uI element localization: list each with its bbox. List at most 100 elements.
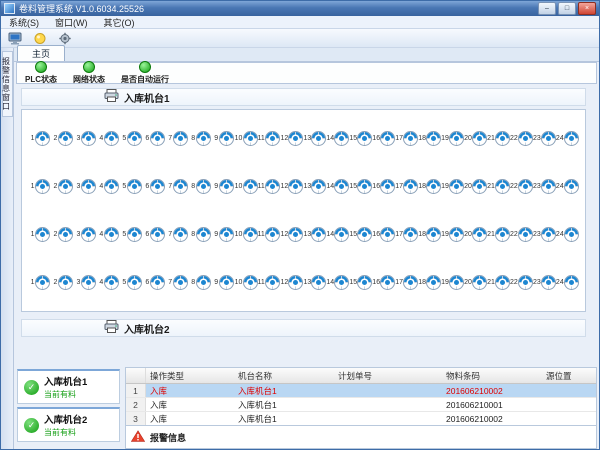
station[interactable]: 5 <box>120 179 143 194</box>
tab-home[interactable]: 主页 <box>17 45 65 61</box>
station[interactable]: 15 <box>349 179 372 194</box>
minimize-button[interactable]: – <box>538 2 556 15</box>
station[interactable]: 11 <box>258 131 281 146</box>
station[interactable]: 2 <box>51 179 74 194</box>
column-header[interactable]: 源位置 <box>542 368 596 383</box>
machine-status-card[interactable]: ✓入库机台2当前有料 <box>17 407 120 442</box>
station[interactable]: 1 <box>28 131 51 146</box>
station[interactable]: 22 <box>510 179 533 194</box>
station[interactable]: 3 <box>74 275 97 290</box>
station[interactable]: 12 <box>280 131 303 146</box>
station[interactable]: 15 <box>349 227 372 242</box>
station[interactable]: 24 <box>556 131 579 146</box>
station[interactable]: 9 <box>212 275 235 290</box>
station[interactable]: 21 <box>487 131 510 146</box>
station[interactable]: 14 <box>326 227 349 242</box>
station[interactable]: 4 <box>97 227 120 242</box>
station[interactable]: 8 <box>189 227 212 242</box>
station[interactable]: 6 <box>143 131 166 146</box>
station[interactable]: 21 <box>487 179 510 194</box>
station[interactable]: 18 <box>418 275 441 290</box>
station[interactable]: 4 <box>97 131 120 146</box>
station[interactable]: 24 <box>556 227 579 242</box>
station[interactable]: 18 <box>418 179 441 194</box>
station[interactable]: 3 <box>74 227 97 242</box>
station[interactable]: 8 <box>189 275 212 290</box>
station[interactable]: 16 <box>372 131 395 146</box>
station[interactable]: 13 <box>303 131 326 146</box>
station[interactable]: 23 <box>533 227 556 242</box>
station[interactable]: 16 <box>372 275 395 290</box>
column-header[interactable]: 物料条码 <box>442 368 542 383</box>
station[interactable]: 5 <box>120 275 143 290</box>
station[interactable]: 12 <box>280 179 303 194</box>
station[interactable]: 15 <box>349 275 372 290</box>
station[interactable]: 17 <box>395 275 418 290</box>
station[interactable]: 4 <box>97 275 120 290</box>
station[interactable]: 2 <box>51 131 74 146</box>
station[interactable]: 16 <box>372 227 395 242</box>
station[interactable]: 10 <box>235 131 258 146</box>
station[interactable]: 1 <box>28 179 51 194</box>
maximize-button[interactable]: □ <box>558 2 576 15</box>
station[interactable]: 9 <box>212 131 235 146</box>
station[interactable]: 24 <box>556 275 579 290</box>
station[interactable]: 13 <box>303 227 326 242</box>
station[interactable]: 12 <box>280 227 303 242</box>
station[interactable]: 11 <box>258 275 281 290</box>
station[interactable]: 6 <box>143 275 166 290</box>
menu-item[interactable]: 系统(S) <box>1 16 47 28</box>
station[interactable]: 16 <box>372 179 395 194</box>
station[interactable]: 5 <box>120 131 143 146</box>
station[interactable]: 5 <box>120 227 143 242</box>
station[interactable]: 14 <box>326 131 349 146</box>
side-tab-alarm-window[interactable]: 报警信息窗口 <box>2 51 13 117</box>
station[interactable]: 9 <box>212 227 235 242</box>
station[interactable]: 6 <box>143 227 166 242</box>
station[interactable]: 2 <box>51 227 74 242</box>
station[interactable]: 23 <box>533 179 556 194</box>
station[interactable]: 7 <box>166 227 189 242</box>
station[interactable]: 7 <box>166 179 189 194</box>
printer-icon[interactable] <box>104 320 119 336</box>
station[interactable]: 12 <box>280 275 303 290</box>
table-row[interactable]: 2入库入库机台1201606210001 <box>126 398 596 412</box>
station[interactable]: 20 <box>464 131 487 146</box>
station[interactable]: 13 <box>303 275 326 290</box>
station[interactable]: 3 <box>74 131 97 146</box>
station[interactable]: 17 <box>395 179 418 194</box>
station[interactable]: 20 <box>464 179 487 194</box>
station[interactable]: 11 <box>258 227 281 242</box>
station[interactable]: 1 <box>28 275 51 290</box>
station[interactable]: 1 <box>28 227 51 242</box>
station[interactable]: 20 <box>464 227 487 242</box>
menu-item[interactable]: 窗口(W) <box>47 16 96 28</box>
station[interactable]: 8 <box>189 131 212 146</box>
station[interactable]: 7 <box>166 275 189 290</box>
station[interactable]: 17 <box>395 227 418 242</box>
station[interactable]: 18 <box>418 227 441 242</box>
close-button[interactable]: × <box>578 2 596 15</box>
station[interactable]: 10 <box>235 227 258 242</box>
station[interactable]: 4 <box>97 179 120 194</box>
station[interactable]: 14 <box>326 275 349 290</box>
station[interactable]: 23 <box>533 275 556 290</box>
station[interactable]: 6 <box>143 179 166 194</box>
station[interactable]: 23 <box>533 131 556 146</box>
station[interactable]: 10 <box>235 179 258 194</box>
table-row[interactable]: 3入库入库机台1201606210002 <box>126 412 596 426</box>
station[interactable]: 11 <box>258 179 281 194</box>
printer-icon[interactable] <box>104 89 119 105</box>
station[interactable]: 14 <box>326 179 349 194</box>
station[interactable]: 22 <box>510 227 533 242</box>
station[interactable]: 22 <box>510 131 533 146</box>
station[interactable]: 7 <box>166 131 189 146</box>
column-header[interactable]: 操作类型 <box>146 368 234 383</box>
table-row[interactable]: 1入库入库机台1201606210002 <box>126 384 596 398</box>
station[interactable]: 17 <box>395 131 418 146</box>
station[interactable]: 15 <box>349 131 372 146</box>
station[interactable]: 24 <box>556 179 579 194</box>
menu-item[interactable]: 其它(O) <box>96 16 143 28</box>
station[interactable]: 19 <box>441 131 464 146</box>
station[interactable]: 20 <box>464 275 487 290</box>
